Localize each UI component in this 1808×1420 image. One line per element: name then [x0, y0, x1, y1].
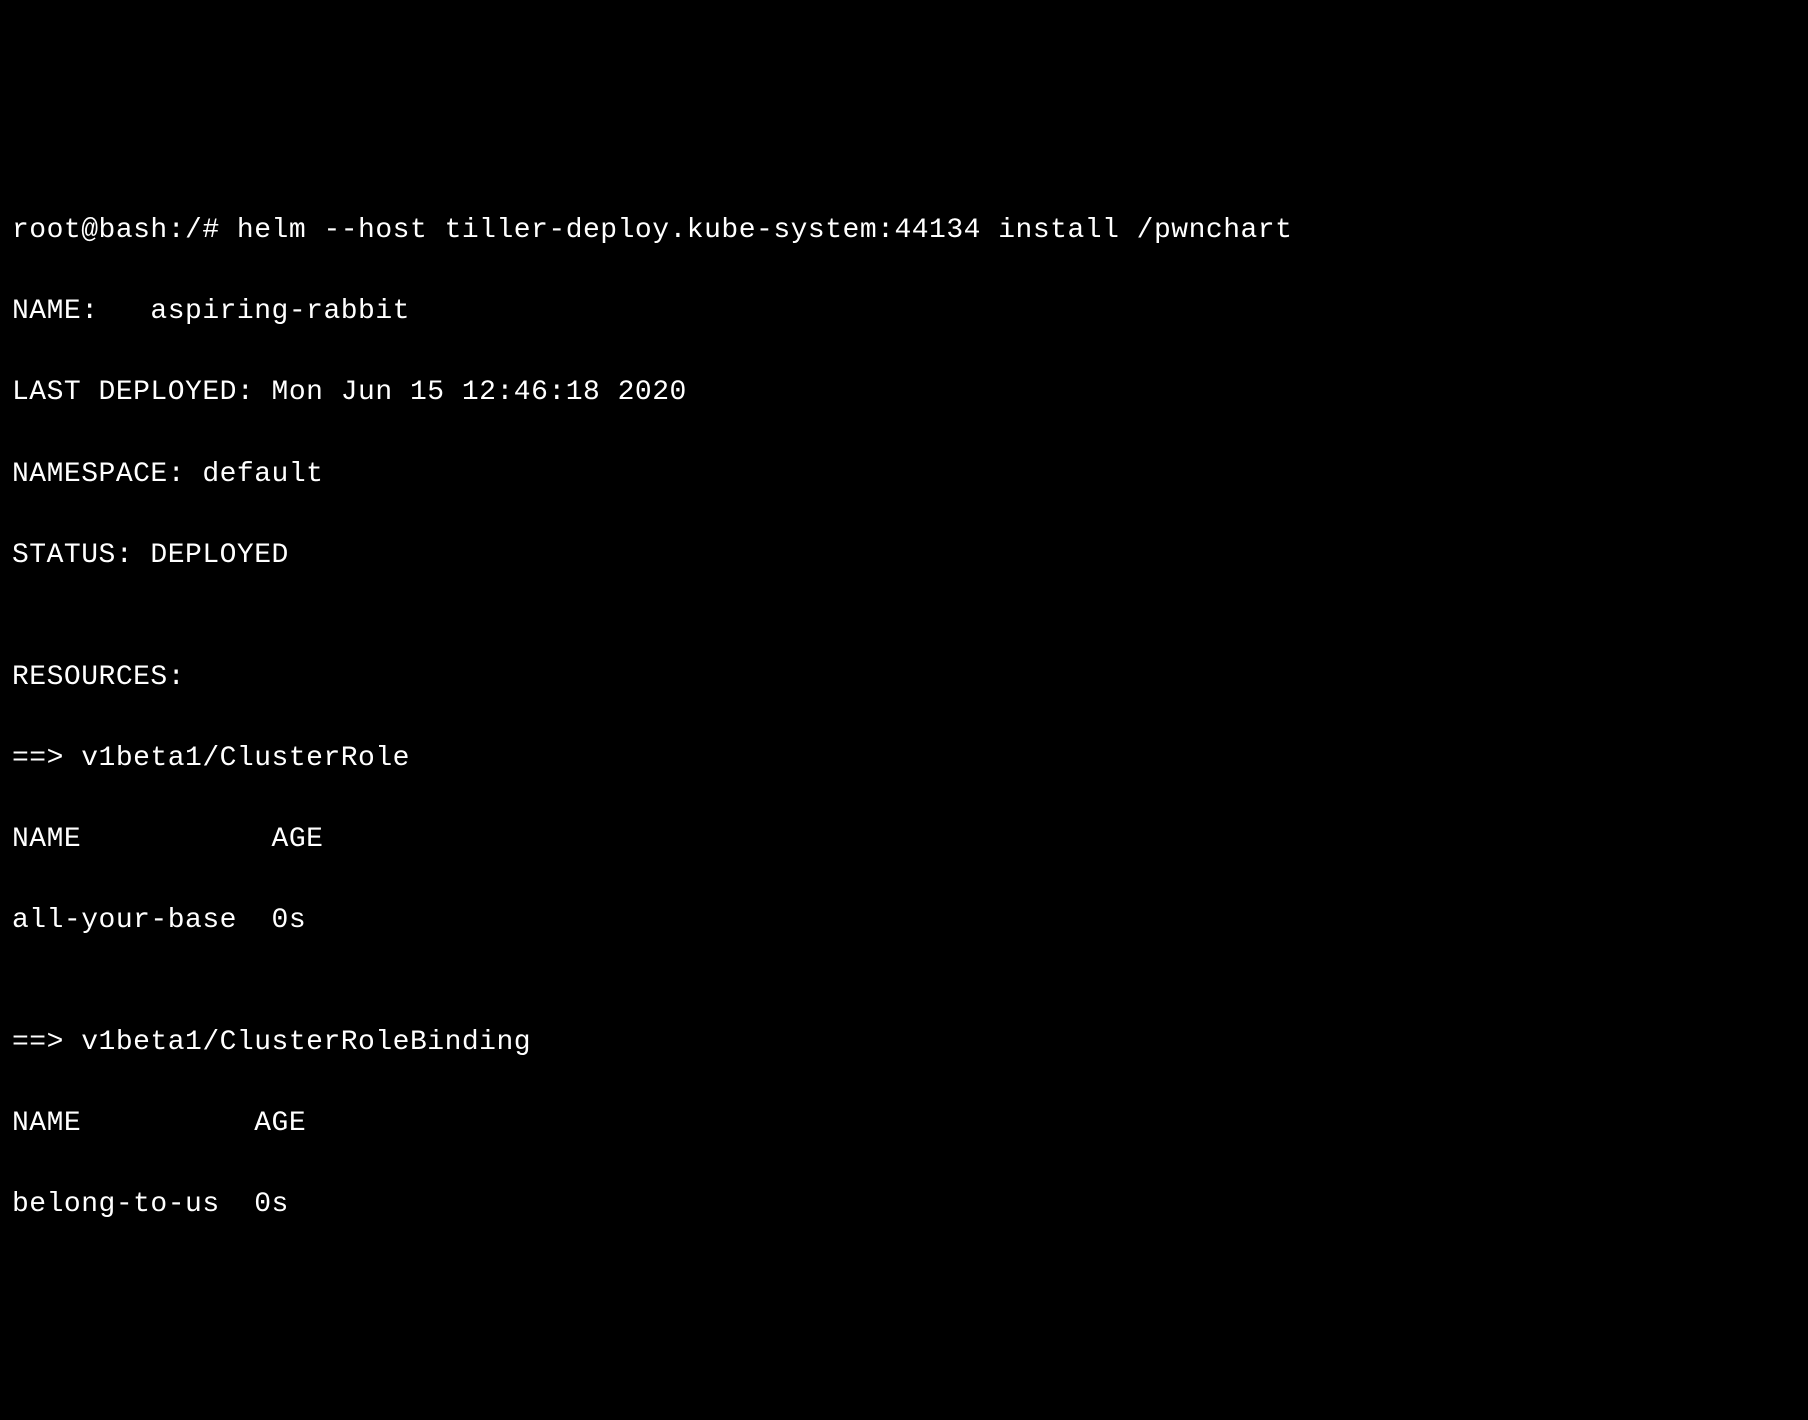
clusterrolebinding-row: belong-to-us 0s [12, 1185, 1796, 1226]
clusterrole-section-header: ==> v1beta1/ClusterRole [12, 739, 1796, 780]
clusterrolebinding-section-header: ==> v1beta1/ClusterRoleBinding [12, 1023, 1796, 1064]
clusterrole-row: all-your-base 0s [12, 901, 1796, 942]
clusterrole-columns: NAME AGE [12, 820, 1796, 861]
resources-header: RESOURCES: [12, 658, 1796, 699]
status-line: STATUS: DEPLOYED [12, 536, 1796, 577]
terminal-output: root@bash:/# helm --host tiller-deploy.k… [12, 170, 1796, 1266]
release-name-line: NAME: aspiring-rabbit [12, 292, 1796, 333]
namespace-line: NAMESPACE: default [12, 455, 1796, 496]
clusterrolebinding-columns: NAME AGE [12, 1104, 1796, 1145]
last-deployed-line: LAST DEPLOYED: Mon Jun 15 12:46:18 2020 [12, 373, 1796, 414]
prompt-command-line: root@bash:/# helm --host tiller-deploy.k… [12, 211, 1796, 252]
